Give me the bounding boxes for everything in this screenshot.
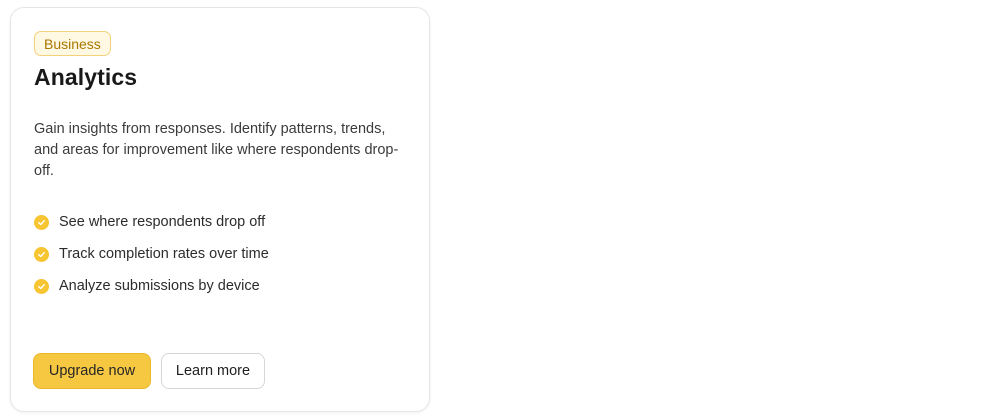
feature-list: See where respondents drop off Track com… [34,206,269,302]
check-circle-icon [34,214,49,230]
feature-label: Track completion rates over time [59,246,269,262]
analytics-upgrade-card: Business Analytics Gain insights from re… [10,7,430,412]
feature-label: See where respondents drop off [59,214,266,230]
feature-label: Analyze submissions by device [59,278,260,294]
card-description: Gain insights from responses. Identify p… [34,121,399,179]
feature-item: See where respondents drop off [34,206,269,238]
check-circle-icon [34,278,49,294]
plan-badge: Business [34,31,111,56]
learn-more-button[interactable]: Learn more [161,353,265,389]
feature-item: Track completion rates over time [34,238,269,270]
check-circle-icon [34,246,49,262]
upgrade-now-button[interactable]: Upgrade now [33,353,151,389]
card-title: Analytics [34,64,138,90]
feature-item: Analyze submissions by device [34,270,269,302]
